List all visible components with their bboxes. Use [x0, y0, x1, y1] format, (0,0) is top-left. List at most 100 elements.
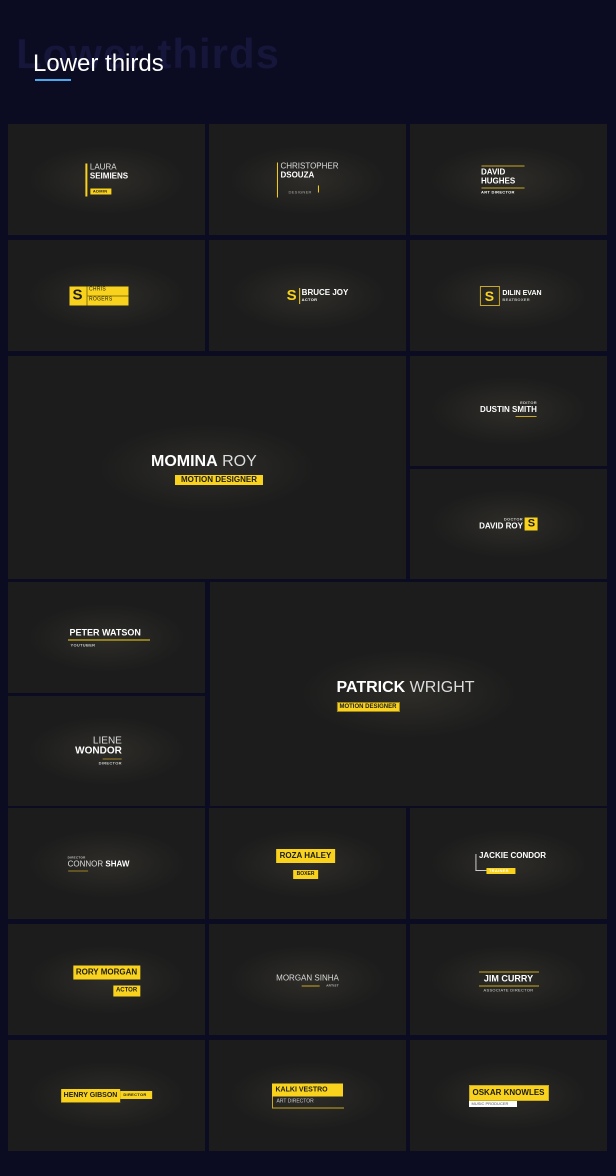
- name: HENRY GIBSON: [60, 1088, 121, 1103]
- lower-third: RORY MORGAN ACTOR: [72, 965, 141, 996]
- role-label: ADMIN: [89, 188, 111, 194]
- role-label: BEATBOXER: [502, 296, 530, 302]
- name: BRUCE JOY: [301, 288, 349, 297]
- lower-third: S CHRIS ROGERS: [69, 286, 128, 305]
- lower-third: EDITOR DUSTIN SMITH: [480, 401, 537, 417]
- lower-third: PETER WATSON YOUTUBER: [67, 627, 150, 647]
- lower-third-tile-morgan-sinha[interactable]: MORGAN SINHA ARTIST: [209, 924, 406, 1035]
- role-label: DIRECTOR: [98, 760, 122, 766]
- lower-third: HENRY GIBSON DIRECTOR: [60, 1088, 153, 1103]
- role-label: ACTOR: [112, 985, 141, 996]
- name-block: CHRIS ROGERS: [87, 286, 128, 305]
- role-label: ASSOCIATE DIRECTOR: [483, 987, 534, 992]
- lower-third-tile-momina-roy[interactable]: MOMINA ROY MOTION DESIGNER: [8, 356, 406, 579]
- lower-third-tile-david-roy[interactable]: DOCTOR DAVID ROY S: [410, 469, 607, 579]
- lower-third-tile-oskar-knowles[interactable]: OSKAR KNOWLES MUSIC PRODUCER: [410, 1040, 607, 1151]
- role-label: ART DIRECTOR: [271, 1096, 344, 1108]
- role-label: MOTION DESIGNER: [336, 702, 400, 712]
- lower-third-tile-dustin-smith[interactable]: EDITOR DUSTIN SMITH: [410, 356, 607, 466]
- lower-third: DIRECTOR CONNOR SHAW: [67, 856, 129, 871]
- bottom-rule: [478, 985, 539, 986]
- lower-third: DAVID HUGHES ART DIRECTOR: [481, 165, 524, 194]
- bracket-line: [474, 853, 486, 871]
- lower-third: MOMINA ROY MOTION DESIGNER: [150, 452, 264, 486]
- lower-third-tile-chris-rogers[interactable]: S CHRIS ROGERS: [8, 240, 205, 351]
- role-label: YOUTUBER: [70, 642, 96, 647]
- lower-third: PATRICK WRIGHT MOTION DESIGNER: [336, 680, 475, 712]
- first-name: LAURA: [89, 162, 117, 171]
- role-label: DESIGNER: [280, 181, 338, 197]
- lower-third-tile-david-hughes[interactable]: DAVID HUGHES ART DIRECTOR: [410, 124, 607, 235]
- lower-third-tile-jim-curry[interactable]: JIM CURRY ASSOCIATE DIRECTOR: [410, 924, 607, 1035]
- lower-third-tile-rory-morgan[interactable]: RORY MORGAN ACTOR: [8, 924, 205, 1035]
- name: JIM CURRY: [483, 973, 534, 983]
- lower-third-tile-bruce-joy[interactable]: S BRUCE JOY ACTOR: [209, 240, 406, 351]
- role-label: DIRECTOR: [120, 1090, 153, 1099]
- last-name: WONDOR: [75, 745, 122, 757]
- first-name: CHRIS: [87, 286, 128, 296]
- name: DAVID ROY: [479, 521, 523, 531]
- lower-third-tile-peter-watson[interactable]: PETER WATSON YOUTUBER: [8, 582, 205, 693]
- accent-underline: [67, 870, 88, 871]
- lower-third-tile-henry-gibson[interactable]: HENRY GIBSON DIRECTOR: [8, 1040, 205, 1151]
- lower-third: OSKAR KNOWLES MUSIC PRODUCER: [468, 1084, 549, 1107]
- lower-third: LIENE WONDOR DIRECTOR: [75, 736, 122, 766]
- accent-underline: [102, 758, 122, 760]
- lower-third-tile-roza-haley[interactable]: ROZA HALEY BOXER: [209, 808, 406, 919]
- badge-logo: S: [524, 517, 538, 531]
- top-rule: [481, 165, 524, 166]
- divider-bar: [318, 185, 320, 193]
- bottom-rule: [481, 187, 524, 188]
- role-label: MUSIC PRODUCER: [468, 1100, 517, 1107]
- role-label: ART DIRECTOR: [481, 189, 515, 194]
- lower-third: LAURA SEIMIENS ADMIN: [84, 162, 129, 196]
- lower-third-tile-liene-wondor[interactable]: LIENE WONDOR DIRECTOR: [8, 696, 205, 806]
- lower-third: JIM CURRY ASSOCIATE DIRECTOR: [478, 971, 539, 992]
- first-name: DAVID: [481, 167, 506, 176]
- name: RORY MORGAN: [72, 965, 141, 979]
- lower-third-tile-jackie-condor[interactable]: JACKIE CONDOR TRAINER: [410, 808, 607, 919]
- role-label: MOTION DESIGNER: [174, 474, 264, 485]
- lower-third-tile-christopher[interactable]: CHRISTOPHER DSOUZA DESIGNER: [209, 124, 406, 235]
- lower-third: MORGAN SINHA ARTIST: [276, 974, 339, 987]
- lower-third-tile-patrick-wright[interactable]: PATRICK WRIGHT MOTION DESIGNER: [210, 582, 607, 806]
- accent-underline: [301, 985, 320, 986]
- full-name: MOMINA ROY: [150, 452, 257, 470]
- lower-third: ROZA HALEY BOXER: [275, 848, 336, 879]
- lower-third: CHRISTOPHER DSOUZA DESIGNER: [276, 161, 339, 197]
- role-label: ARTIST: [326, 983, 339, 987]
- top-rule: [478, 971, 539, 972]
- name: MORGAN SINHA: [276, 973, 339, 982]
- first-name: CHRISTOPHER: [280, 161, 339, 170]
- name: DILIN EVAN: [502, 289, 542, 297]
- badge-logo: S: [287, 287, 300, 304]
- last-name: DSOUZA: [280, 170, 315, 179]
- lower-third-tile-dilin-evan[interactable]: S DILIN EVAN BEATBOXER: [410, 240, 607, 351]
- lower-third: S DILIN EVAN BEATBOXER: [479, 285, 542, 306]
- accent-underline: [515, 416, 537, 417]
- role-label: BOXER: [292, 869, 319, 879]
- lower-third: KALKI VESTRO ART DIRECTOR: [271, 1083, 344, 1108]
- accent-underline: [67, 639, 150, 640]
- lower-third: JACKIE CONDOR TRAINER: [474, 850, 547, 876]
- title-underline: [35, 79, 71, 81]
- badge-logo: S: [69, 286, 87, 305]
- name: OSKAR KNOWLES: [468, 1084, 549, 1101]
- lower-third-tile-laura[interactable]: LAURA SEIMIENS ADMIN: [8, 124, 205, 235]
- header: Lower thirds Lower thirds: [0, 0, 616, 120]
- last-name: SEIMIENS: [89, 171, 129, 180]
- lower-third-tile-kalki-vestro[interactable]: KALKI VESTRO ART DIRECTOR: [209, 1040, 406, 1151]
- lower-third: DOCTOR DAVID ROY S: [479, 517, 538, 531]
- page-title: Lower thirds: [33, 50, 164, 77]
- name: JACKIE CONDOR: [478, 850, 547, 860]
- badge-logo: S: [479, 285, 500, 306]
- lower-third-tile-connor-shaw[interactable]: DIRECTOR CONNOR SHAW: [8, 808, 205, 919]
- role-label: ACTOR: [301, 297, 318, 302]
- name: KALKI VESTRO: [271, 1083, 343, 1096]
- lower-third: S BRUCE JOY ACTOR: [287, 287, 349, 304]
- last-name: ROGERS: [89, 296, 113, 302]
- name: DUSTIN SMITH: [480, 405, 537, 414]
- name: PETER WATSON: [69, 627, 141, 637]
- role-label: TRAINER: [485, 867, 515, 874]
- name: ROZA HALEY: [275, 848, 336, 863]
